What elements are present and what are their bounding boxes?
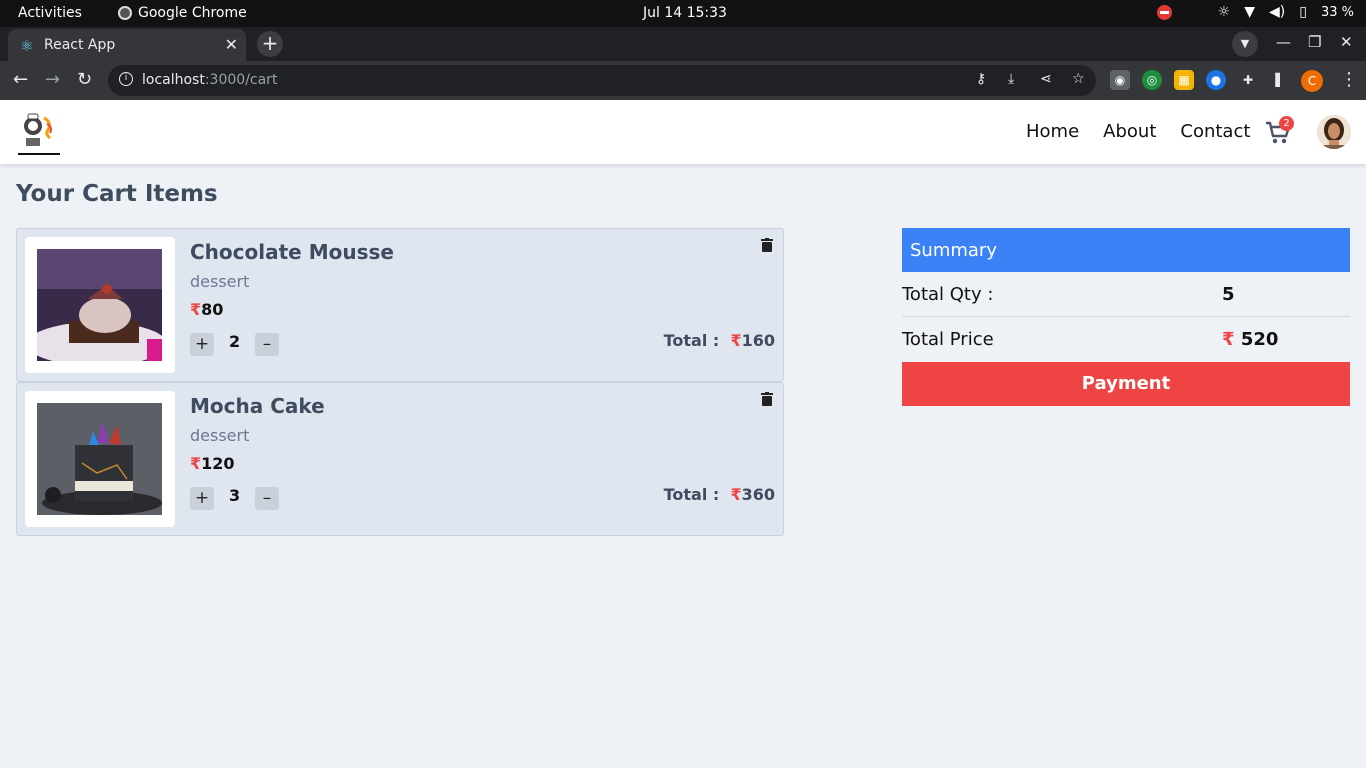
url-text[interactable]: localhost:3000/cart [142,72,277,88]
total-price-amount: 520 [1240,329,1279,350]
profile-avatar[interactable]: C [1301,70,1323,92]
globe-extension-icon[interactable]: ● [1206,70,1226,90]
rupee-symbol: ₹ [190,454,202,473]
install-icon[interactable]: ⤓ [1008,71,1014,87]
close-tab-icon[interactable]: ✕ [225,35,238,54]
chrome-icon [118,6,132,20]
total-price-value: ₹ 520 [1222,329,1278,350]
decrease-quantity-button[interactable]: – [255,487,279,510]
rupee-symbol: ₹ [730,331,742,350]
nav-link-contact[interactable]: Contact [1180,121,1250,142]
extensions-puzzle-icon[interactable]: ✚ [1238,70,1258,90]
site-info-icon[interactable]: i [119,72,133,86]
delete-item-icon[interactable] [761,238,773,252]
item-quantity: 3 [229,486,241,505]
item-price: ₹120 [190,454,235,473]
summary-price-row: Total Price ₹ 520 [902,317,1350,362]
increase-quantity-button[interactable]: + [190,333,214,356]
bookmark-star-icon[interactable]: ☆ [1072,71,1085,87]
item-total: Total : ₹160 [664,331,775,350]
restore-icon[interactable]: ❐ [1308,33,1321,51]
wifi-icon: ▼ [1244,4,1256,20]
cart-item: Mocha Cake dessert ₹120 + 3 – Total : ₹3… [16,382,784,536]
url-host: localhost [142,72,205,88]
screenshot-extension-icon[interactable]: ◉ [1110,70,1130,90]
key-icon[interactable]: ⚷ [976,71,986,87]
battery-percent: 33 % [1320,4,1354,20]
summary-qty-row: Total Qty : 5 [902,272,1350,317]
item-price: ₹80 [190,300,223,319]
app-menu-label: Google Chrome [138,5,247,21]
decrease-quantity-button[interactable]: – [255,333,279,356]
total-qty-label: Total Qty : [902,284,994,305]
item-total-value: 160 [741,331,775,350]
item-quantity: 2 [229,332,241,351]
new-tab-button[interactable]: + [257,31,283,57]
item-total: Total : ₹360 [664,485,775,504]
item-total-label: Total : [663,331,720,350]
item-name: Mocha Cake [190,394,325,418]
summary-header: Summary [902,228,1350,272]
total-price-label: Total Price [902,329,994,350]
browser-tab[interactable]: ⚛ React App ✕ [8,29,246,61]
brightness-icon: ☼ [1217,4,1231,20]
user-avatar[interactable] [1317,115,1351,149]
increase-quantity-button[interactable]: + [190,487,214,510]
url-path: :3000/cart [204,72,278,88]
cart-count-badge[interactable]: 2 [1279,116,1294,131]
item-name: Chocolate Mousse [190,240,394,264]
close-window-icon[interactable]: ✕ [1340,33,1353,51]
clock[interactable]: Jul 14 15:33 [643,5,727,21]
item-price-value: 80 [201,300,224,319]
side-panel-icon[interactable]: ▌ [1270,70,1290,90]
battery-icon: ▯ [1299,4,1307,20]
item-price-value: 120 [201,454,235,473]
os-top-bar: Activities Google Chrome Jul 14 15:33 ☼ … [0,0,1366,27]
color-extension-icon[interactable]: ▦ [1174,70,1194,90]
chrome-menu-icon[interactable]: ⋮ [1340,69,1358,90]
forward-icon[interactable]: → [45,69,60,90]
system-tray[interactable]: ☼ ▼ ◀) ▯ 33 % [1156,4,1354,20]
tab-title: React App [44,37,116,53]
rupee-symbol: ₹ [730,485,742,504]
back-icon[interactable]: ← [13,69,28,90]
avatar-image [1317,115,1351,149]
do-not-disturb-icon [1156,4,1172,20]
item-thumbnail [25,391,175,527]
nav-links: Home About Contact [1026,121,1250,142]
browser-toolbar: ← → ↻ i localhost:3000/cart ⚷ ⤓ ⋖ ☆ ◉ ◎ … [0,61,1366,100]
cart-item: Chocolate Mousse dessert ₹80 + 2 – Total… [16,228,784,382]
nav-link-about[interactable]: About [1103,121,1156,142]
volume-icon: ◀) [1269,4,1286,20]
item-total-value: 360 [741,485,775,504]
nav-link-home[interactable]: Home [1026,121,1079,142]
item-total-label: Total : [663,485,720,504]
reload-icon[interactable]: ↻ [77,69,92,90]
rupee-symbol: ₹ [190,300,202,319]
tab-strip: ⚛ React App ✕ + ▼ — ❐ ✕ [0,27,1366,61]
delete-item-icon[interactable] [761,392,773,406]
rupee-symbol: ₹ [1222,329,1235,350]
activities-button[interactable]: Activities [18,5,82,21]
share-icon[interactable]: ⋖ [1040,71,1052,87]
address-bar[interactable]: i localhost:3000/cart ⚷ ⤓ ⋖ ☆ [108,65,1096,96]
chocolate-mousse-image [37,249,162,361]
target-extension-icon[interactable]: ◎ [1142,70,1162,90]
item-category: dessert [190,272,250,291]
react-favicon-icon: ⚛ [20,37,34,55]
app-menu[interactable]: Google Chrome [118,5,247,21]
item-thumbnail [25,237,175,373]
brand-logo[interactable] [16,110,62,156]
app-navbar: Home About Contact [0,100,1366,164]
item-category: dessert [190,426,250,445]
total-qty-value: 5 [1222,284,1235,305]
mocha-cake-image [37,403,162,515]
minimize-icon[interactable]: — [1276,33,1291,51]
page-title: Your Cart Items [16,181,218,207]
tab-search-button[interactable]: ▼ [1232,31,1258,57]
payment-button[interactable]: Payment [902,362,1350,406]
